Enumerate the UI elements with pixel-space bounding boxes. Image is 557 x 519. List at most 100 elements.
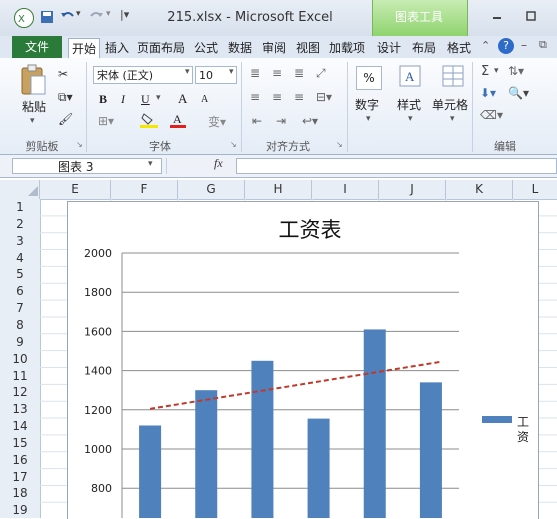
tab-format[interactable]: 格式 [444, 38, 474, 58]
decrease-indent-icon[interactable]: ⇤ [252, 114, 262, 128]
grow-font-button[interactable]: A [178, 91, 187, 107]
row-header[interactable]: 6 [0, 283, 40, 300]
row-header[interactable]: 15 [0, 435, 40, 452]
underline-dropdown-icon[interactable]: ▾ [156, 93, 161, 103]
name-box[interactable]: 图表 3 [12, 158, 162, 174]
collapse-ribbon-icon[interactable]: ⌃ [481, 39, 490, 52]
row-header[interactable]: 3 [0, 233, 40, 250]
orientation-icon[interactable]: ⤢ [316, 66, 326, 81]
row-header[interactable]: 13 [0, 401, 40, 418]
cut-icon[interactable]: ✂ [58, 67, 68, 81]
row-header[interactable]: 10 [0, 351, 40, 368]
row-header[interactable]: 16 [0, 452, 40, 469]
autosum-button[interactable]: Σ [481, 64, 489, 79]
clear-icon[interactable]: ⌫▾ [480, 108, 503, 122]
row-header[interactable]: 9 [0, 334, 40, 351]
format-painter-icon[interactable]: 🖌 [58, 112, 73, 126]
styles-dropdown-icon[interactable]: ▾ [408, 114, 413, 124]
bottom-align-icon[interactable]: ≣ [294, 66, 304, 80]
tab-layout[interactable]: 布局 [409, 38, 439, 58]
tab-data[interactable]: 数据 [226, 38, 254, 58]
row-header[interactable]: 5 [0, 266, 40, 283]
column-header[interactable]: H [245, 180, 312, 199]
row-header[interactable]: 14 [0, 418, 40, 435]
column-header[interactable]: G [178, 180, 245, 199]
phonetic-guide-icon[interactable]: 变▾ [208, 113, 226, 130]
font-dialog-launcher-icon[interactable]: ↘ [230, 140, 237, 149]
copy-icon[interactable]: ⧉▾ [58, 90, 73, 105]
middle-align-icon[interactable]: ≡ [272, 66, 282, 80]
align-left-icon[interactable]: ≡ [250, 90, 260, 104]
row-header[interactable]: 12 [0, 384, 40, 401]
legend-label[interactable]: 工资 [517, 415, 529, 444]
row-header[interactable]: 11 [0, 368, 40, 385]
column-header[interactable]: I [312, 180, 379, 199]
increase-indent-icon[interactable]: ⇥ [276, 114, 286, 128]
tab-home[interactable]: 开始 [68, 38, 100, 59]
styles-button[interactable]: 样式 [397, 96, 421, 113]
row-header[interactable]: 4 [0, 250, 40, 267]
trendline[interactable] [149, 360, 442, 410]
minimize-button[interactable] [488, 9, 506, 23]
tab-page-layout[interactable]: 页面布局 [135, 38, 187, 58]
bar[interactable] [195, 390, 218, 518]
styles-icon[interactable]: A [398, 64, 422, 88]
number-format-button[interactable]: 数字 [355, 96, 379, 113]
maximize-button[interactable] [522, 9, 540, 23]
font-name-select[interactable]: 宋体 (正文) [93, 66, 193, 84]
align-center-icon[interactable]: ≡ [272, 90, 282, 104]
tab-file[interactable]: 文件 [12, 36, 62, 58]
borders-icon[interactable]: ⊞▾ [98, 114, 114, 128]
align-right-icon[interactable]: ≡ [294, 90, 304, 104]
select-all-corner[interactable] [0, 180, 40, 199]
wrap-text-icon[interactable]: ↩▾ [302, 114, 318, 128]
merge-center-icon[interactable]: ⊟▾ [316, 90, 332, 104]
tab-design[interactable]: 设计 [374, 38, 404, 58]
bar[interactable] [307, 418, 330, 518]
paste-icon[interactable] [20, 64, 48, 98]
cells-button[interactable]: 单元格 [432, 96, 468, 113]
column-header[interactable]: L [513, 180, 557, 199]
bar[interactable] [419, 382, 442, 518]
paste-label[interactable]: 粘贴 [22, 98, 46, 115]
autosum-dropdown-icon[interactable]: ▾ [494, 66, 499, 76]
row-header[interactable]: 17 [0, 469, 40, 486]
workbook-minimize-icon[interactable]: – [521, 38, 527, 52]
tab-insert[interactable]: 插入 [103, 38, 131, 58]
column-header[interactable]: J [379, 180, 446, 199]
column-header[interactable]: K [446, 180, 513, 199]
alignment-dialog-launcher-icon[interactable]: ↘ [336, 140, 343, 149]
column-header[interactable]: E [40, 180, 111, 199]
cells-icon[interactable] [441, 64, 465, 88]
find-select-icon[interactable]: 🔍▾ [508, 86, 529, 100]
bar[interactable] [251, 360, 274, 518]
row-header[interactable]: 7 [0, 300, 40, 317]
tab-addins[interactable]: 加载项 [327, 38, 367, 58]
column-header[interactable]: F [111, 180, 178, 199]
bar[interactable] [139, 425, 162, 518]
tab-review[interactable]: 审阅 [260, 38, 288, 58]
chart[interactable]: 工资表 600800100012001400160018002000 工资 [67, 201, 537, 518]
row-header[interactable]: 2 [0, 216, 40, 233]
name-box-dropdown-icon[interactable]: ▾ [148, 159, 153, 169]
top-align-icon[interactable]: ≣ [250, 66, 260, 80]
font-name-dropdown-icon[interactable]: ▾ [185, 67, 190, 77]
formula-input[interactable] [236, 158, 557, 174]
paste-dropdown-icon[interactable]: ▾ [30, 116, 35, 126]
fill-color-icon[interactable] [140, 112, 158, 131]
row-header[interactable]: 19 [0, 502, 40, 519]
shrink-font-button[interactable]: A [201, 94, 208, 105]
underline-button[interactable]: U [141, 92, 150, 107]
sort-filter-icon[interactable]: ⇅▾ [508, 64, 524, 78]
tab-formulas[interactable]: 公式 [192, 38, 220, 58]
row-header[interactable]: 1 [0, 199, 40, 216]
italic-button[interactable]: I [121, 92, 125, 107]
chart-title[interactable]: 工资表 [279, 218, 342, 242]
insert-function-button[interactable]: fx [214, 156, 223, 171]
fill-icon[interactable]: ⬇▾ [480, 86, 496, 100]
row-header[interactable]: 18 [0, 485, 40, 502]
number-dropdown-icon[interactable]: ▾ [366, 114, 371, 124]
font-color-icon[interactable]: A [170, 112, 186, 131]
percent-style-button[interactable]: % [356, 66, 382, 90]
help-icon[interactable]: ? [498, 38, 514, 54]
